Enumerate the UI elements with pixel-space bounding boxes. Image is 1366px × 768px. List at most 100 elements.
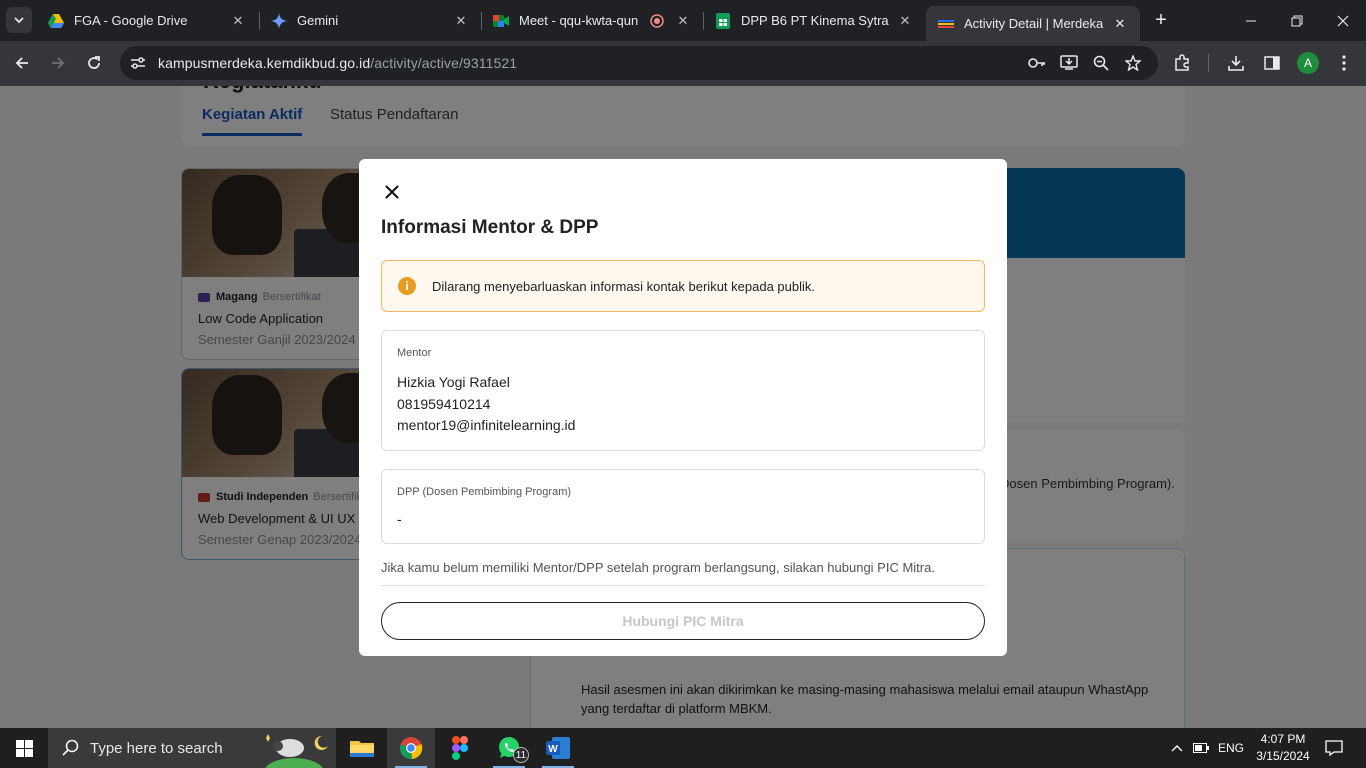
chrome-icon — [399, 737, 423, 760]
modal-title: Informasi Mentor & DPP — [381, 217, 599, 238]
tab-title: DPP B6 PT Kinema Sytrans M — [741, 13, 889, 28]
close-tab-icon[interactable]: ✕ — [453, 13, 469, 29]
zoom-icon[interactable] — [1090, 51, 1112, 75]
tab-title: Meet - qqu-kwta-qun — [519, 13, 639, 28]
url-text: kampusmerdeka.kemdikbud.go.id/activity/a… — [158, 55, 517, 71]
url-path: /activity/active/9311521 — [370, 55, 518, 71]
taskbar-chrome[interactable] — [387, 728, 435, 768]
address-bar[interactable]: kampusmerdeka.kemdikbud.go.id/activity/a… — [120, 46, 1158, 80]
tab-title: Activity Detail | Merdeka Bel — [964, 16, 1104, 31]
bookmark-star-icon[interactable] — [1122, 51, 1144, 75]
close-tab-icon[interactable]: ✕ — [230, 13, 246, 29]
extensions-button[interactable] — [1168, 49, 1196, 77]
system-clock[interactable]: 4:07 PM 3/15/2024 — [1252, 731, 1314, 765]
close-tab-icon[interactable]: ✕ — [1112, 16, 1128, 32]
install-app-icon[interactable] — [1058, 51, 1080, 75]
tab-google-drive[interactable]: FGA - Google Drive ✕ — [36, 0, 258, 41]
avatar: A — [1297, 52, 1319, 74]
show-hidden-icons-button[interactable] — [1166, 728, 1188, 768]
restore-button[interactable] — [1274, 0, 1320, 41]
tab-activity-detail[interactable]: Activity Detail | Merdeka Bel ✕ — [926, 6, 1140, 41]
chevron-up-icon — [1171, 745, 1183, 752]
mentor-name: Hizkia Yogi Rafael — [397, 374, 510, 390]
site-settings-icon[interactable] — [130, 55, 146, 71]
new-tab-button[interactable]: + — [1150, 9, 1172, 31]
clock-date: 3/15/2024 — [1256, 749, 1310, 763]
warning-alert: i Dilarang menyebarluaskan informasi kon… — [381, 260, 985, 312]
windows-taskbar: Type here to search 11 W ENG 4:07 PM 3/1… — [0, 728, 1366, 768]
taskbar-file-explorer[interactable] — [338, 728, 386, 768]
mentor-info-box: Mentor Hizkia Yogi Rafael 081959410214 m… — [381, 330, 985, 451]
arrow-left-icon — [15, 57, 28, 69]
contact-pic-button[interactable]: Hubungi PIC Mitra — [381, 602, 985, 640]
tab-google-meet[interactable]: Meet - qqu-kwta-qun ✕ — [481, 0, 703, 41]
mentor-phone: 081959410214 — [397, 396, 491, 412]
more-vertical-icon — [1342, 55, 1346, 71]
tab-title: FGA - Google Drive — [74, 13, 188, 28]
taskbar-whatsapp[interactable]: 11 — [485, 728, 533, 768]
downloads-button[interactable] — [1222, 49, 1250, 77]
profile-button[interactable]: A — [1294, 49, 1322, 77]
mentor-label: Mentor — [397, 347, 432, 359]
dpp-label: DPP (Dosen Pembimbing Program) — [397, 486, 572, 498]
close-tab-icon[interactable]: ✕ — [897, 13, 913, 29]
battery-button[interactable] — [1190, 728, 1212, 768]
download-icon — [1228, 56, 1244, 71]
chevron-down-icon — [14, 17, 24, 24]
minimize-button[interactable] — [1228, 0, 1274, 41]
close-tab-icon[interactable]: ✕ — [675, 13, 691, 29]
mentor-dpp-modal: Informasi Mentor & DPP i Dilarang menyeb… — [359, 159, 1007, 656]
word-icon: W — [546, 737, 570, 759]
restore-icon — [1291, 15, 1303, 26]
mentor-email: mentor19@infinitelearning.id — [397, 417, 576, 433]
folder-icon — [350, 741, 374, 757]
search-placeholder: Type here to search — [90, 739, 223, 757]
reload-icon — [88, 56, 100, 69]
tab-search-button[interactable] — [6, 7, 32, 33]
arrow-right-icon — [52, 57, 65, 69]
tab-gemini[interactable]: Gemini ✕ — [259, 0, 481, 41]
gemini-icon — [271, 12, 287, 29]
taskbar-search-box[interactable]: Type here to search — [48, 728, 336, 768]
svg-text:W: W — [548, 744, 558, 755]
start-button[interactable] — [0, 728, 48, 768]
key-icon[interactable] — [1026, 51, 1048, 75]
forward-button[interactable] — [44, 49, 72, 77]
search-highlight-illustration — [265, 734, 328, 768]
recording-icon — [649, 13, 665, 29]
language-indicator[interactable]: ENG — [1214, 728, 1248, 768]
google-sheets-icon — [715, 12, 731, 29]
merdeka-icon — [938, 16, 954, 32]
notification-icon — [1325, 740, 1343, 756]
search-icon — [62, 739, 79, 756]
close-icon — [385, 185, 399, 199]
dpp-value: - — [397, 511, 402, 527]
reload-button[interactable] — [80, 49, 108, 77]
browser-toolbar: kampusmerdeka.kemdikbud.go.id/activity/a… — [0, 41, 1366, 86]
info-icon: i — [398, 277, 416, 295]
notification-center-button[interactable] — [1320, 728, 1348, 768]
browser-menu-button[interactable] — [1330, 49, 1358, 77]
close-window-button[interactable] — [1320, 0, 1366, 41]
dpp-info-box: DPP (Dosen Pembimbing Program) - — [381, 469, 985, 544]
tab-google-sheets[interactable]: DPP B6 PT Kinema Sytrans M ✕ — [703, 0, 925, 41]
side-panel-button[interactable] — [1258, 49, 1286, 77]
figma-icon — [452, 736, 468, 760]
google-meet-icon — [493, 13, 509, 29]
battery-icon — [1193, 743, 1209, 753]
puzzle-icon — [1175, 54, 1189, 71]
google-drive-icon — [48, 13, 64, 29]
clock-time: 4:07 PM — [1260, 732, 1306, 746]
omnibox-actions — [1026, 51, 1144, 75]
help-text: Jika kamu belum memiliki Mentor/DPP sete… — [381, 560, 935, 575]
taskbar-word[interactable]: W — [534, 728, 582, 768]
browser-tab-bar: FGA - Google Drive ✕ Gemini ✕ Meet - qqu… — [0, 0, 1366, 41]
taskbar-figma[interactable] — [436, 728, 484, 768]
toolbar-separator — [1208, 54, 1209, 72]
notification-badge: 11 — [513, 747, 529, 763]
back-button[interactable] — [8, 49, 36, 77]
close-modal-button[interactable] — [381, 181, 403, 203]
windows-logo-icon — [15, 739, 33, 757]
minimize-icon — [1246, 20, 1256, 21]
side-panel-icon — [1264, 56, 1280, 70]
